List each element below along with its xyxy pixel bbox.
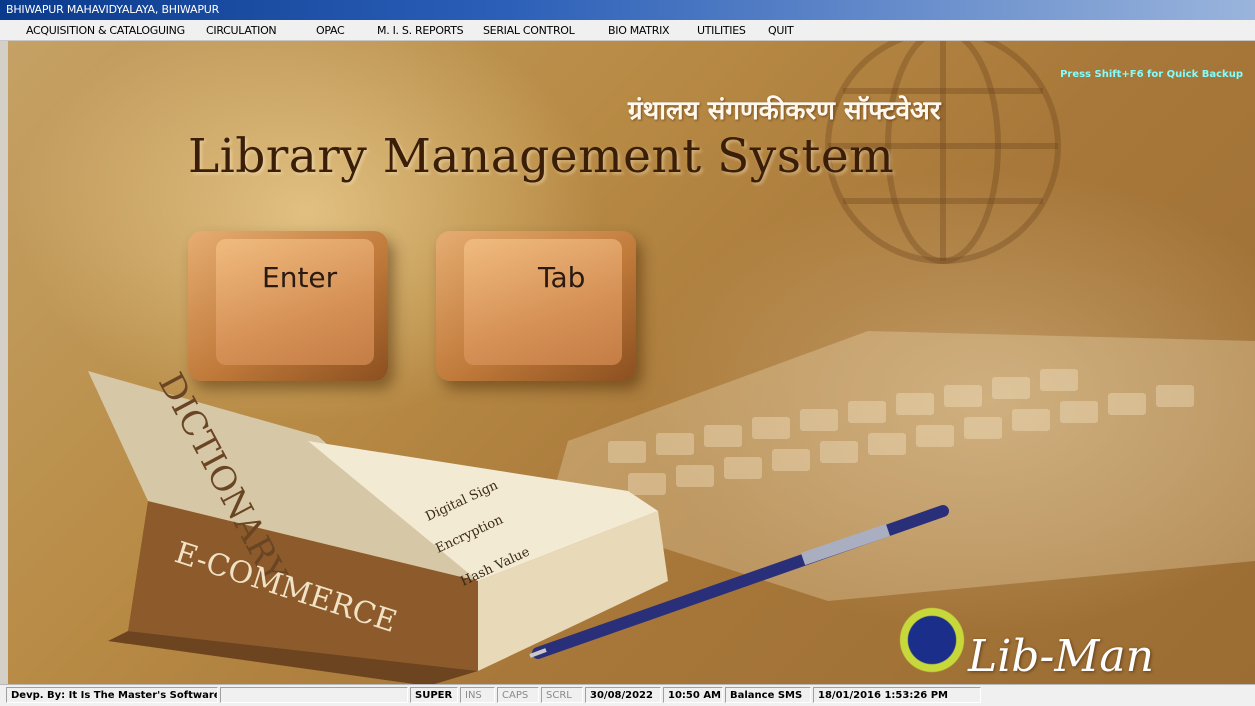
- pen-illustration: [529, 505, 949, 659]
- status-scrl: SCRL: [541, 687, 583, 703]
- status-timestamp: 18/01/2016 1:53:26 PM: [813, 687, 981, 703]
- status-balance-sms: Balance SMS: [725, 687, 811, 703]
- menu-serial-control[interactable]: SERIAL CONTROL: [483, 24, 575, 37]
- menu-bar: ACQUISITION & CATALOGUING CIRCULATION OP…: [0, 20, 1255, 41]
- status-time: 10:50 AM: [663, 687, 723, 703]
- menu-mis-reports[interactable]: M. I. S. REPORTS: [377, 24, 464, 37]
- status-bar: Devp. By: It Is The Master's Software SU…: [0, 684, 1255, 706]
- status-developer: Devp. By: It Is The Master's Software: [6, 687, 218, 703]
- menu-acquisition-cataloguing[interactable]: ACQUISITION & CATALOGUING: [26, 24, 185, 37]
- status-user: SUPER: [410, 687, 458, 703]
- status-caps: CAPS: [497, 687, 539, 703]
- status-ins: INS: [460, 687, 495, 703]
- menu-quit[interactable]: QUIT: [768, 24, 794, 37]
- window-title: BHIWAPUR MAHAVIDYALAYA, BHIWAPUR: [6, 3, 220, 16]
- status-blank: [220, 687, 408, 703]
- lib-man-logo-icon: [888, 605, 976, 675]
- menu-utilities[interactable]: UTILITIES: [697, 24, 746, 37]
- status-date: 30/08/2022: [585, 687, 661, 703]
- menu-opac[interactable]: OPAC: [316, 24, 345, 37]
- splash-screen: Press Shift+F6 for Quick Backup ग्रंथालय…: [8, 41, 1255, 684]
- lib-man-logo-text: Lib-Man: [968, 631, 1154, 682]
- menu-bio-matrix[interactable]: BIO MATRIX: [608, 24, 670, 37]
- title-bar: BHIWAPUR MAHAVIDYALAYA, BHIWAPUR: [0, 0, 1255, 20]
- menu-circulation[interactable]: CIRCULATION: [206, 24, 277, 37]
